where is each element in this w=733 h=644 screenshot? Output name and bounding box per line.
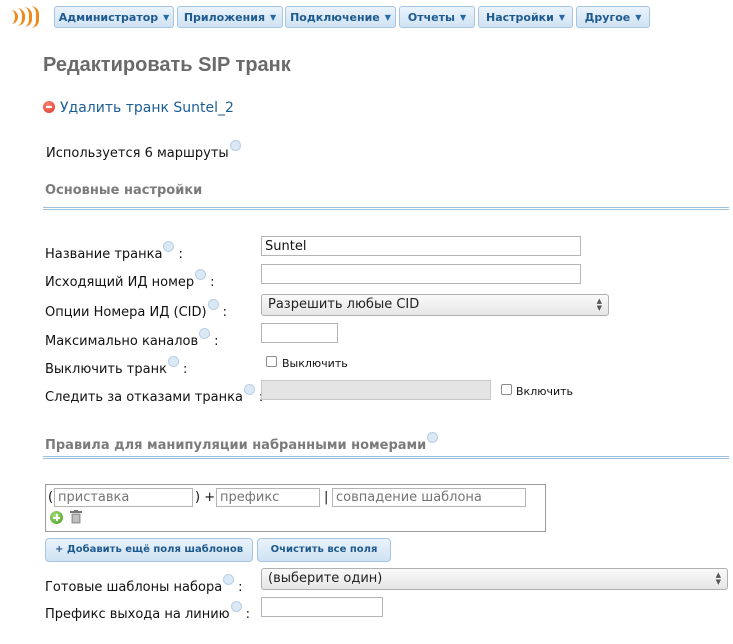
- cid-options-label-text: Опции Номера ИД (CID): [45, 305, 207, 320]
- nav-connectivity-label: Подключение: [290, 11, 380, 24]
- trunk-name-label-text: Название транка: [45, 247, 163, 262]
- max-channels-label: Максимально каналов:: [45, 328, 219, 349]
- nav-settings-menu[interactable]: Настройки ▼: [478, 6, 573, 28]
- select-arrows-icon: ▲ ▼: [715, 571, 721, 586]
- outbound-prefix-label-text: Префикс выхода на линию: [45, 607, 230, 622]
- delete-trunk-link[interactable]: Удалить транк Suntel_2: [43, 100, 234, 116]
- help-icon[interactable]: [207, 299, 219, 310]
- dial-templates-label-text: Готовые шаблоны набора: [45, 580, 223, 595]
- add-icon[interactable]: [50, 511, 63, 524]
- disable-trunk-label: Выключить транк:: [45, 356, 187, 377]
- outbound-prefix-input[interactable]: [261, 597, 383, 617]
- used-by-label: Используется 6 маршруты: [46, 146, 229, 161]
- nav-other-menu[interactable]: Другое ▼: [576, 6, 650, 28]
- select-arrows-icon: ▲ ▼: [596, 297, 602, 312]
- monitor-failures-input: [261, 380, 491, 400]
- top-nav-bar: Администратор ▼ Приложения ▼ Подключение ▼ …: [0, 0, 733, 36]
- chevron-down-icon: ▼: [558, 13, 565, 22]
- prepend-input[interactable]: [54, 488, 193, 507]
- help-icon[interactable]: [427, 432, 439, 443]
- help-icon[interactable]: [199, 328, 211, 339]
- trunk-name-input[interactable]: [261, 236, 581, 256]
- monitor-failures-label: Следить за отказами транка:: [45, 384, 263, 405]
- monitor-failures-label-text: Следить за отказами транка: [45, 390, 243, 405]
- chevron-down-icon: ▼: [384, 13, 391, 22]
- outbound-cid-input[interactable]: [261, 264, 581, 284]
- help-icon[interactable]: [229, 140, 241, 151]
- prefix-input[interactable]: [216, 488, 320, 507]
- nav-reports-label: Отчеты: [407, 11, 455, 24]
- freepbx-logo-icon[interactable]: [8, 6, 44, 30]
- help-icon[interactable]: [167, 356, 179, 367]
- chevron-down-icon: ▼: [635, 13, 642, 22]
- trash-icon[interactable]: [70, 510, 82, 524]
- nav-applications-menu[interactable]: Приложения ▼: [177, 6, 283, 28]
- section-divider: [43, 456, 729, 459]
- monitor-failures-checkbox[interactable]: [501, 384, 512, 395]
- used-by-routes-text: Используется 6 маршруты: [46, 140, 241, 161]
- dial-templates-selected: (выберите один): [268, 571, 383, 586]
- help-icon[interactable]: [243, 384, 255, 395]
- section-title-general: Основные настройки: [45, 183, 203, 198]
- help-icon[interactable]: [230, 601, 242, 612]
- chevron-down-icon: ▼: [270, 13, 277, 22]
- add-pattern-fields-button[interactable]: + Добавить ещё поля шаблонов: [45, 538, 253, 562]
- section-title-dial-rules: Правила для манипуляции набранными номер…: [45, 432, 439, 453]
- cid-options-label: Опции Номера ИД (CID):: [45, 299, 227, 320]
- trunk-name-label: Название транка:: [45, 241, 183, 262]
- match-pattern-input[interactable]: [332, 488, 526, 507]
- delete-trunk-label: Удалить транк Suntel_2: [60, 100, 234, 116]
- outbound-cid-label-text: Исходящий ИД номер: [45, 275, 195, 290]
- pipe-separator: |: [324, 490, 329, 505]
- nav-settings-label: Настройки: [486, 11, 554, 24]
- chevron-down-icon: ▼: [459, 13, 467, 22]
- dial-templates-select[interactable]: (выберите один) ▲ ▼: [261, 568, 728, 590]
- nav-other-label: Другое: [584, 11, 631, 24]
- dial-rules-title-text: Правила для манипуляции набранными номер…: [45, 438, 427, 453]
- dial-pattern-box: ( ) + |: [45, 484, 546, 532]
- open-paren: (: [48, 490, 54, 505]
- disable-trunk-checkbox[interactable]: [266, 356, 277, 367]
- nav-applications-label: Приложения: [183, 11, 266, 24]
- outbound-prefix-label: Префикс выхода на линию:: [45, 601, 250, 622]
- outbound-cid-label: Исходящий ИД номер:: [45, 269, 215, 290]
- help-icon[interactable]: [223, 574, 235, 585]
- disable-trunk-label-text: Выключить транк: [45, 362, 167, 377]
- cid-options-select[interactable]: Разрешить любые CID ▲ ▼: [261, 294, 609, 316]
- remove-icon: [43, 101, 55, 113]
- help-icon[interactable]: [163, 241, 175, 252]
- nav-reports-menu[interactable]: Отчеты ▼: [399, 6, 475, 28]
- nav-connectivity-menu[interactable]: Подключение ▼: [285, 6, 396, 28]
- chevron-down-icon: ▼: [163, 13, 170, 22]
- help-icon[interactable]: [195, 269, 207, 280]
- nav-admin-label: Администратор: [58, 11, 159, 24]
- nav-admin-menu[interactable]: Администратор ▼: [54, 6, 174, 28]
- max-channels-input[interactable]: [261, 323, 338, 343]
- max-channels-label-text: Максимально каналов: [45, 334, 199, 349]
- cid-options-selected: Разрешить любые CID: [268, 297, 420, 312]
- dial-templates-label: Готовые шаблоны набора:: [45, 574, 243, 595]
- disable-trunk-checkbox-label: Выключить: [282, 357, 348, 370]
- close-paren-plus: ) +: [195, 490, 216, 505]
- clear-all-fields-button[interactable]: Очистить все поля: [257, 538, 391, 562]
- section-divider: [43, 207, 729, 210]
- monitor-failures-checkbox-label: Включить: [516, 385, 574, 398]
- page-title: Редактировать SIP транк: [43, 54, 291, 76]
